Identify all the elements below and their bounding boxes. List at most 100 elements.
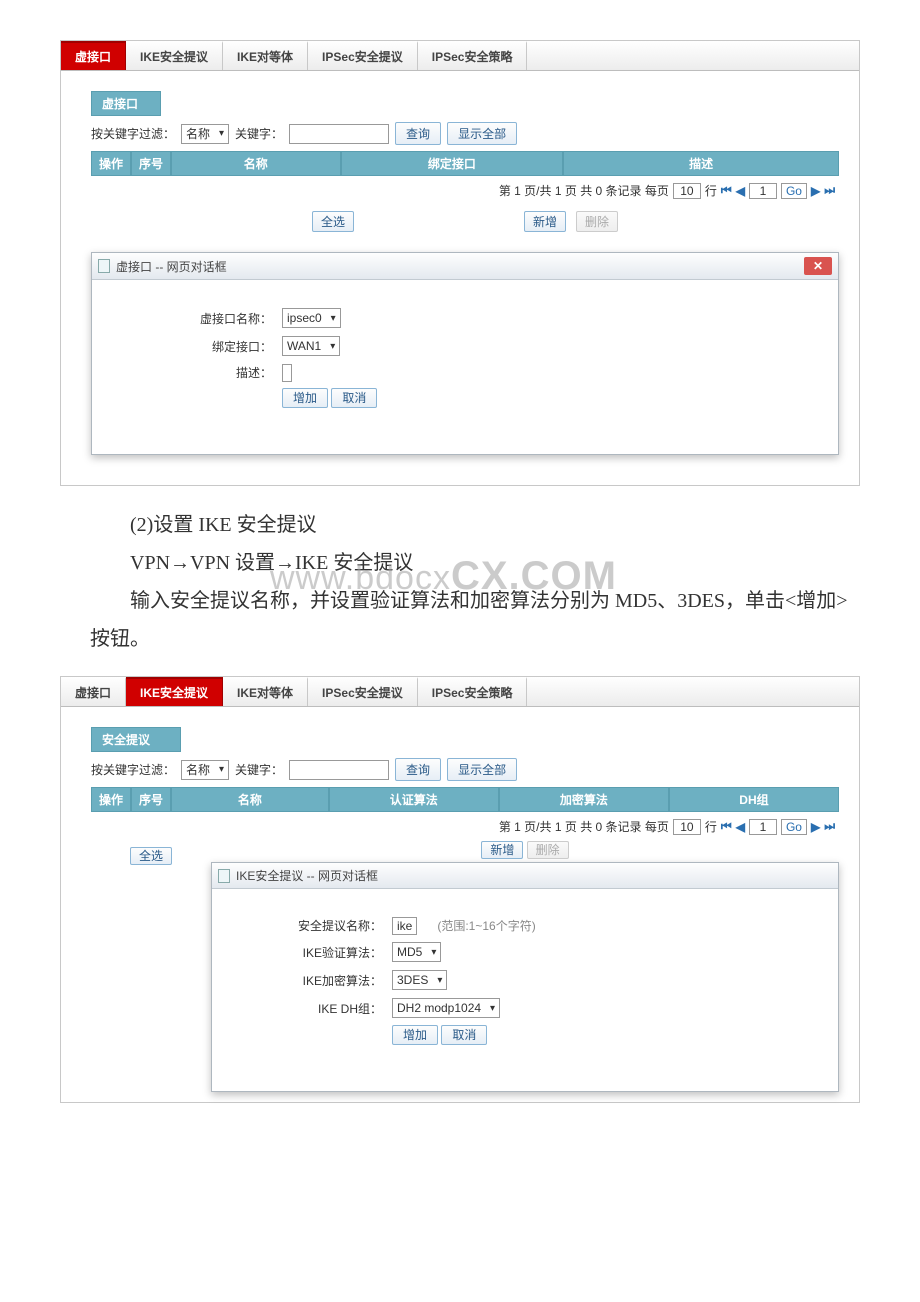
dialog-ike-proposal: IKE安全提议 -- 网页对话框 安全提议名称： ike (范围:1~16个字符… — [211, 862, 839, 1092]
input-proposal-name[interactable]: ike — [392, 917, 417, 935]
dialog-virtual-interface: 虚接口 -- 网页对话框 ✕ 虚接口名称： ipsec0 绑定接口： WAN1 … — [91, 252, 839, 455]
keyword-label: 关键字： — [235, 125, 283, 142]
table-header: 操作 序号 名称 绑定接口 描述 — [91, 151, 839, 176]
pager-prev-icon[interactable]: ◀ — [736, 820, 745, 834]
dialog-titlebar: 虚接口 -- 网页对话框 ✕ — [92, 253, 838, 280]
nav-path: VPN→VPN 设置→IKE 安全提议 — [130, 552, 413, 574]
label-enc-algo: IKE加密算法： — [232, 972, 382, 989]
tab-ike-proposal[interactable]: IKE安全提议 — [126, 41, 223, 70]
th-enc-algo: 加密算法 — [499, 787, 669, 812]
tab-ipsec-proposal[interactable]: IPSec安全提议 — [308, 677, 418, 706]
show-all-button[interactable]: 显示全部 — [447, 122, 517, 145]
panel-ike-proposal: 虚接口 IKE安全提议 IKE对等体 IPSec安全提议 IPSec安全策略 安… — [60, 676, 860, 1103]
keyword-input[interactable] — [289, 124, 389, 144]
delete-button[interactable]: 删除 — [527, 841, 569, 859]
dialog-titlebar: IKE安全提议 -- 网页对话框 — [212, 863, 838, 889]
pager-per-page[interactable]: 10 — [673, 819, 701, 835]
select-all-button[interactable]: 全选 — [130, 847, 172, 865]
pager-rows-label: 行 — [705, 818, 717, 835]
filter-field-select[interactable]: 名称 — [181, 760, 229, 780]
dialog-add-button[interactable]: 增加 — [282, 388, 328, 408]
select-dh-group[interactable]: DH2 modp1024 — [392, 998, 500, 1018]
keyword-input[interactable] — [289, 760, 389, 780]
delete-button[interactable]: 删除 — [576, 211, 618, 232]
tab-ipsec-policy[interactable]: IPSec安全策略 — [418, 41, 528, 70]
label-proposal-name: 安全提议名称： — [232, 917, 382, 934]
pager-go-button[interactable]: Go — [781, 183, 807, 199]
document-icon — [218, 869, 230, 883]
pager: 第 1 页/共 1 页 共 0 条记录 每页 10 行 ⏮ ◀ 1 Go ▶ ⏭ — [91, 176, 839, 205]
hint-name-range: (范围:1~16个字符) — [437, 917, 535, 934]
tab-ipsec-proposal[interactable]: IPSec安全提议 — [308, 41, 418, 70]
table-header: 操作 序号 名称 认证算法 加密算法 DH组 — [91, 787, 839, 812]
section-title: 安全提议 — [91, 727, 181, 752]
select-vif-name[interactable]: ipsec0 — [282, 308, 341, 328]
label-vif-name: 虚接口名称： — [122, 310, 272, 327]
pager-next-icon[interactable]: ▶ — [811, 820, 820, 834]
th-index: 序号 — [131, 151, 171, 176]
filter-label: 按关键字过滤： — [91, 761, 175, 778]
dialog-title: 虚接口 -- 网页对话框 — [116, 258, 227, 275]
tab-virtual-interface[interactable]: 虚接口 — [61, 41, 126, 70]
pager-first-icon[interactable]: ⏮ — [721, 183, 732, 198]
add-button[interactable]: 新增 — [481, 841, 523, 859]
th-operation: 操作 — [91, 151, 131, 176]
pager-summary: 第 1 页/共 1 页 共 0 条记录 每页 — [499, 182, 669, 199]
select-enc-algo[interactable]: 3DES — [392, 970, 447, 990]
search-button[interactable]: 查询 — [395, 122, 441, 145]
instruction-text: (2)设置 IKE 安全提议 VPN→VPN 设置→IKE 安全提议 www.b… — [90, 506, 860, 658]
filter-label: 按关键字过滤： — [91, 125, 175, 142]
th-name: 名称 — [171, 787, 329, 812]
th-operation: 操作 — [91, 787, 131, 812]
show-all-button[interactable]: 显示全部 — [447, 758, 517, 781]
th-description: 描述 — [563, 151, 839, 176]
label-auth-algo: IKE验证算法： — [232, 944, 382, 961]
select-all-button[interactable]: 全选 — [312, 211, 354, 232]
dialog-cancel-button[interactable]: 取消 — [331, 388, 377, 408]
tab-ike-proposal[interactable]: IKE安全提议 — [126, 677, 223, 706]
pager-last-icon[interactable]: ⏭ — [824, 183, 835, 198]
filter-row: 按关键字过滤： 名称 关键字： 查询 显示全部 — [91, 122, 839, 145]
tab-ike-peer[interactable]: IKE对等体 — [223, 41, 308, 70]
filter-field-select[interactable]: 名称 — [181, 124, 229, 144]
tab-ike-peer[interactable]: IKE对等体 — [223, 677, 308, 706]
th-auth-algo: 认证算法 — [329, 787, 499, 812]
dialog-cancel-button[interactable]: 取消 — [441, 1025, 487, 1045]
label-dh-group: IKE DH组： — [232, 1000, 382, 1017]
pager-page-input[interactable]: 1 — [749, 183, 777, 199]
pager-page-input[interactable]: 1 — [749, 819, 777, 835]
table-actions: 全选 新增 删除 — [91, 211, 839, 232]
add-button[interactable]: 新增 — [524, 211, 566, 232]
tabs: 虚接口 IKE安全提议 IKE对等体 IPSec安全提议 IPSec安全策略 — [61, 677, 859, 707]
search-button[interactable]: 查询 — [395, 758, 441, 781]
step-detail: 输入安全提议名称，并设置验证算法和加密算法分别为 MD5、3DES，单击<增加>… — [90, 582, 860, 658]
pager-prev-icon[interactable]: ◀ — [736, 184, 745, 198]
document-icon — [98, 259, 110, 273]
pager-go-button[interactable]: Go — [781, 819, 807, 835]
label-bind-interface: 绑定接口： — [122, 338, 272, 355]
close-icon[interactable]: ✕ — [804, 257, 832, 275]
th-index: 序号 — [131, 787, 171, 812]
tab-virtual-interface[interactable]: 虚接口 — [61, 677, 126, 706]
tabs: 虚接口 IKE安全提议 IKE对等体 IPSec安全提议 IPSec安全策略 — [61, 41, 859, 71]
pager-last-icon[interactable]: ⏭ — [824, 819, 835, 834]
pager-first-icon[interactable]: ⏮ — [721, 819, 732, 834]
pager-summary: 第 1 页/共 1 页 共 0 条记录 每页 — [499, 818, 669, 835]
pager-rows-label: 行 — [705, 182, 717, 199]
step-heading: (2)设置 IKE 安全提议 — [90, 506, 860, 544]
tab-ipsec-policy[interactable]: IPSec安全策略 — [418, 677, 528, 706]
select-auth-algo[interactable]: MD5 — [392, 942, 441, 962]
dialog-title: IKE安全提议 -- 网页对话框 — [236, 867, 378, 884]
pager-next-icon[interactable]: ▶ — [811, 184, 820, 198]
th-name: 名称 — [171, 151, 341, 176]
filter-row: 按关键字过滤： 名称 关键字： 查询 显示全部 — [91, 758, 839, 781]
select-bind-interface[interactable]: WAN1 — [282, 336, 340, 356]
input-description[interactable] — [282, 364, 292, 382]
th-bind-interface: 绑定接口 — [341, 151, 564, 176]
dialog-add-button[interactable]: 增加 — [392, 1025, 438, 1045]
th-dh-group: DH组 — [669, 787, 839, 812]
keyword-label: 关键字： — [235, 761, 283, 778]
pager: 第 1 页/共 1 页 共 0 条记录 每页 10 行 ⏮ ◀ 1 Go ▶ ⏭ — [91, 812, 839, 841]
panel-virtual-interface: 虚接口 IKE安全提议 IKE对等体 IPSec安全提议 IPSec安全策略 虚… — [60, 40, 860, 486]
pager-per-page[interactable]: 10 — [673, 183, 701, 199]
